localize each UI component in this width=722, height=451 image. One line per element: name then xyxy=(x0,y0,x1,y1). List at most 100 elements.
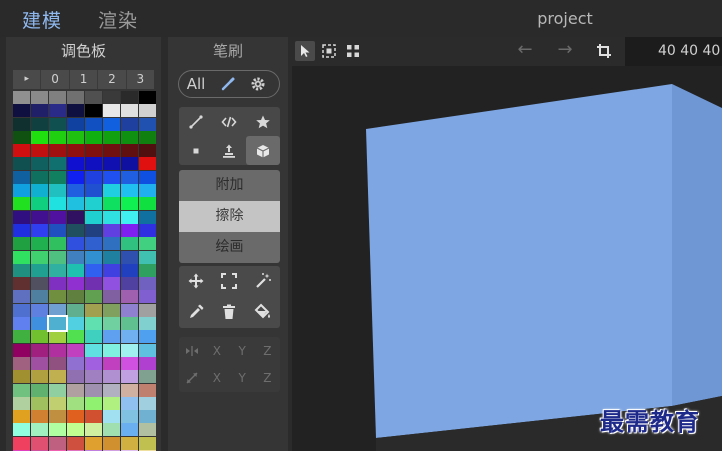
palette-swatch[interactable] xyxy=(85,184,102,198)
palette-swatch[interactable] xyxy=(121,290,138,304)
palette-swatch[interactable] xyxy=(121,117,138,131)
palette-swatch[interactable] xyxy=(49,290,66,304)
palette-swatch[interactable] xyxy=(13,396,30,410)
palette-swatch[interactable] xyxy=(31,170,48,184)
palette-swatch[interactable] xyxy=(139,303,156,317)
palette-swatch[interactable] xyxy=(85,157,102,171)
palette-swatch[interactable] xyxy=(85,91,102,104)
palette-swatch[interactable] xyxy=(103,370,120,384)
palette-swatch[interactable] xyxy=(103,237,120,251)
palette-swatch[interactable] xyxy=(49,117,66,131)
palette-swatch[interactable] xyxy=(103,91,120,104)
palette-swatch[interactable] xyxy=(139,210,156,224)
palette-swatch[interactable] xyxy=(103,410,120,424)
palette-swatch[interactable] xyxy=(103,104,120,118)
palette-swatch[interactable] xyxy=(49,277,66,291)
palette-swatch[interactable] xyxy=(13,104,30,118)
palette-swatch[interactable] xyxy=(103,263,120,277)
palette-swatch[interactable] xyxy=(49,423,66,437)
palette-swatch[interactable] xyxy=(31,197,48,211)
palette-swatch[interactable] xyxy=(139,383,156,397)
palette-swatch[interactable] xyxy=(67,317,84,331)
mode-paint-button[interactable]: 绘画 xyxy=(179,232,280,263)
palette-swatch[interactable] xyxy=(67,330,84,344)
palette-swatch[interactable] xyxy=(85,436,102,450)
palette-swatch[interactable] xyxy=(103,277,120,291)
palette-swatch[interactable] xyxy=(103,423,120,437)
palette-swatch[interactable] xyxy=(85,210,102,224)
palette-swatch[interactable] xyxy=(13,356,30,370)
scale-x-button[interactable]: X xyxy=(204,365,229,392)
paint-bucket-icon[interactable] xyxy=(246,297,280,326)
palette-swatch[interactable] xyxy=(85,250,102,264)
palette-swatch[interactable] xyxy=(31,343,48,357)
palette-swatch[interactable] xyxy=(49,410,66,424)
palette-swatch[interactable] xyxy=(31,91,48,104)
viewport[interactable]: ← → 40 40 40 xyxy=(292,37,722,451)
palette-swatch[interactable] xyxy=(103,250,120,264)
palette-swatch[interactable] xyxy=(31,383,48,397)
voxel-cube[interactable] xyxy=(292,66,722,451)
palette-swatch[interactable] xyxy=(49,184,66,198)
palette-swatch[interactable] xyxy=(31,263,48,277)
gear-icon[interactable] xyxy=(243,72,273,96)
palette-swatch[interactable] xyxy=(139,290,156,304)
palette-swatch[interactable] xyxy=(121,170,138,184)
palette-swatch[interactable] xyxy=(49,130,66,144)
palette-swatch[interactable] xyxy=(13,130,30,144)
palette-swatch[interactable] xyxy=(67,223,84,237)
code-brush-icon[interactable] xyxy=(213,107,247,136)
palette-swatch[interactable] xyxy=(103,170,120,184)
palette-swatch[interactable] xyxy=(85,104,102,118)
palette-swatch[interactable] xyxy=(31,423,48,437)
palette-swatch[interactable] xyxy=(85,237,102,251)
point-brush-icon[interactable] xyxy=(179,136,213,165)
palette-swatch[interactable] xyxy=(13,144,30,158)
palette-swatch[interactable] xyxy=(67,130,84,144)
palette-swatch[interactable] xyxy=(67,423,84,437)
palette-swatch[interactable] xyxy=(49,157,66,171)
palette-swatch[interactable] xyxy=(67,396,84,410)
scale-y-button[interactable]: Y xyxy=(230,365,255,392)
palette-swatch[interactable] xyxy=(103,343,120,357)
palette-swatch[interactable] xyxy=(13,91,30,104)
palette-swatch[interactable] xyxy=(67,237,84,251)
palette-swatch[interactable] xyxy=(121,277,138,291)
palette-swatch[interactable] xyxy=(67,250,84,264)
palette-swatch[interactable] xyxy=(13,237,30,251)
palette-swatch[interactable] xyxy=(31,396,48,410)
palette-swatch[interactable] xyxy=(13,343,30,357)
palette-swatch[interactable] xyxy=(13,170,30,184)
palette-swatch[interactable] xyxy=(49,250,66,264)
palette-swatch[interactable] xyxy=(49,237,66,251)
palette-swatch[interactable] xyxy=(67,91,84,104)
trash-icon[interactable] xyxy=(213,297,247,326)
palette-swatch[interactable] xyxy=(139,250,156,264)
palette-swatch[interactable] xyxy=(49,370,66,384)
palette-swatch[interactable] xyxy=(85,317,102,331)
palette-swatch[interactable] xyxy=(139,277,156,291)
palette-swatch[interactable] xyxy=(121,91,138,104)
palette-swatch[interactable] xyxy=(67,263,84,277)
palette-swatch[interactable] xyxy=(31,330,48,344)
palette-swatch[interactable] xyxy=(103,130,120,144)
palette-swatch[interactable] xyxy=(85,303,102,317)
palette-swatch[interactable] xyxy=(103,184,120,198)
palette-swatch[interactable] xyxy=(31,117,48,131)
palette-swatch[interactable] xyxy=(139,104,156,118)
palette-swatch[interactable] xyxy=(13,210,30,224)
palette-swatch[interactable] xyxy=(139,410,156,424)
palette-swatch[interactable] xyxy=(139,396,156,410)
palette-swatch[interactable] xyxy=(31,277,48,291)
palette-swatch[interactable] xyxy=(139,170,156,184)
palette-swatch[interactable] xyxy=(67,303,84,317)
palette-swatch[interactable] xyxy=(31,237,48,251)
crop-icon[interactable] xyxy=(594,41,614,61)
palette-swatch[interactable] xyxy=(13,383,30,397)
palette-swatch[interactable] xyxy=(31,436,48,450)
palette-swatch[interactable] xyxy=(13,330,30,344)
palette-swatch[interactable] xyxy=(85,383,102,397)
palette-swatch[interactable] xyxy=(67,170,84,184)
mode-add-button[interactable]: 附加 xyxy=(179,170,280,201)
palette-swatch[interactable] xyxy=(103,303,120,317)
